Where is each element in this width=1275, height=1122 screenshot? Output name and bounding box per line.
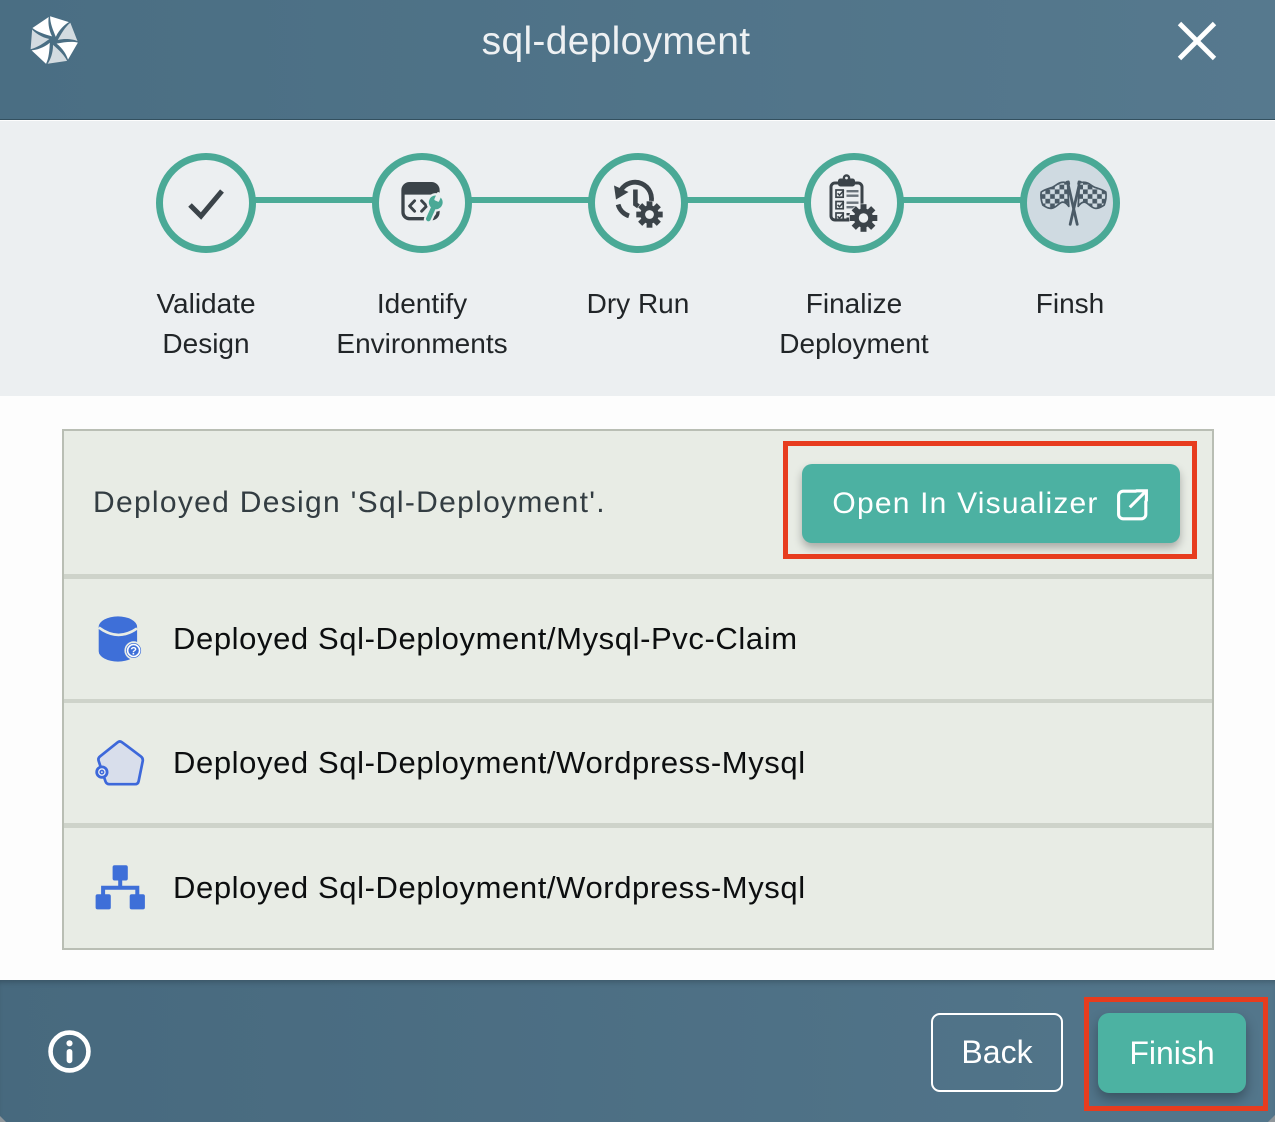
svg-text:?: ? [130, 645, 137, 657]
